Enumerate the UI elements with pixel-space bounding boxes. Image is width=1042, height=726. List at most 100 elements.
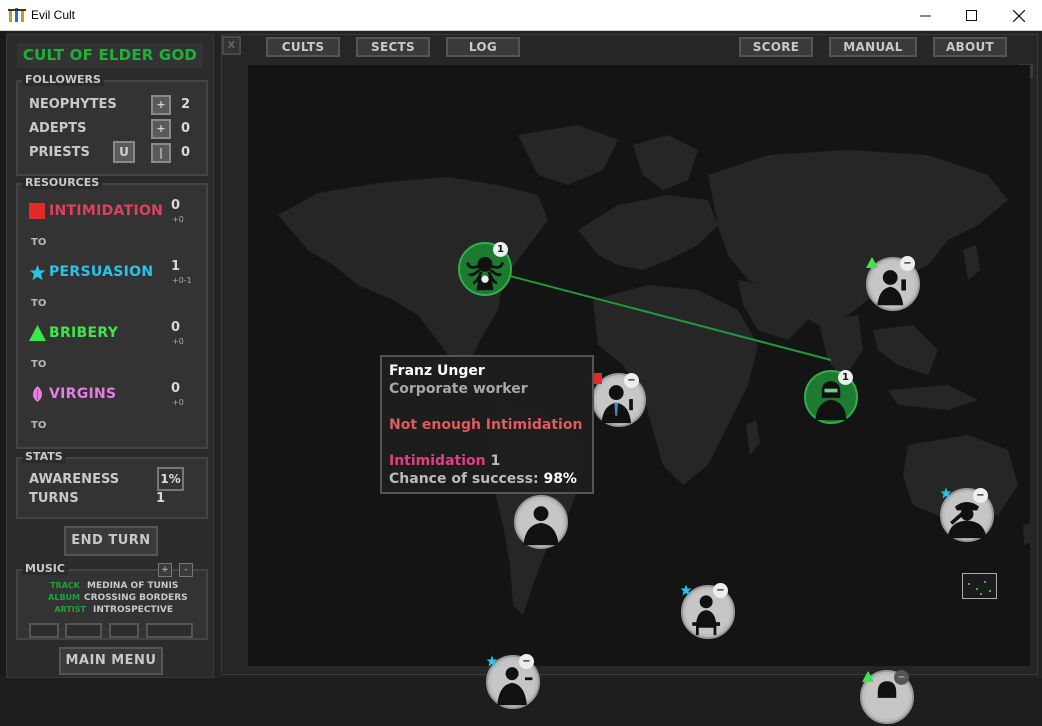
track-value: MEDINA OF TUNIS <box>87 581 179 591</box>
node-badge-right-mid: − <box>973 488 988 503</box>
window-title: Evil Cult <box>31 8 76 22</box>
node-badge-franz-unger: − <box>624 373 639 388</box>
intimidation-delta: +0 <box>172 215 184 224</box>
bribery-label: BRIBERY <box>49 325 119 341</box>
main-menu-button[interactable]: MAIN MENU <box>59 647 163 675</box>
node-badge-elder-god: 1 <box>493 242 508 257</box>
volume-down-button[interactable]: - <box>179 563 193 577</box>
music-title: MUSIC <box>22 562 68 575</box>
artist-label: ARTIST <box>54 605 86 614</box>
log-button[interactable]: LOG <box>446 37 520 57</box>
upgrade-adepts-button[interactable]: + <box>151 119 171 139</box>
persuasion-delta: +0-1 <box>172 276 192 285</box>
adepts-label: ADEPTS <box>29 121 87 136</box>
about-button[interactable]: ABOUT <box>933 37 1007 57</box>
bribery-to-label[interactable]: TO <box>31 359 46 370</box>
neophytes-label: NEOPHYTES <box>29 97 117 112</box>
persuasion-value: 1 <box>171 259 181 274</box>
virgins-delta: +0 <box>172 398 184 407</box>
tooltip-name: Franz Unger <box>389 363 485 379</box>
music-next-button[interactable] <box>109 623 139 638</box>
priests-label: PRIESTS <box>29 145 90 160</box>
node-badge-cult-follower: 1 <box>838 370 853 385</box>
close-icon <box>1013 9 1025 22</box>
close-window-button[interactable] <box>996 0 1042 31</box>
stats-panel: STATS AWARENESS 1% TURNS 1 <box>16 450 208 519</box>
tooltip-job: Corporate worker <box>389 381 528 397</box>
intimidation-label: INTIMIDATION <box>49 203 164 219</box>
cult-name[interactable]: CULT OF ELDER GOD <box>17 43 203 68</box>
node-badge-top-right: − <box>900 256 915 271</box>
stats-title: STATS <box>22 450 66 463</box>
awareness-value: 1% <box>157 467 184 491</box>
virgins-label: VIRGINS <box>49 386 117 402</box>
node-badge-south-africa: − <box>713 583 728 598</box>
cults-button[interactable]: CULTS <box>266 37 340 57</box>
adepts-count: 0 <box>181 121 191 136</box>
intimidation-to-label[interactable]: TO <box>31 237 46 248</box>
tooltip-spacer <box>389 398 585 416</box>
minimize-button[interactable] <box>902 0 948 31</box>
window-titlebar: Evil Cult <box>0 0 1042 31</box>
bribery-marker-icon <box>866 257 878 268</box>
game-area: CULT OF ELDER GOD FOLLOWERS NEOPHYTES + … <box>0 31 1042 724</box>
followers-panel: FOLLOWERS NEOPHYTES + 2 ADEPTS + 0 PRIES… <box>16 73 208 176</box>
tooltip-req-value: 1 <box>490 453 501 469</box>
world-map-background <box>248 65 1030 666</box>
tooltip-requirement: Intimidation 1 <box>389 452 585 470</box>
green-triangle-icon <box>29 325 46 341</box>
persuasion-marker-icon <box>940 487 952 499</box>
red-square-icon <box>29 203 45 219</box>
resources-panel: RESOURCES INTIMIDATION 0 +0 TO PERSUASIO… <box>16 176 208 449</box>
track-label: TRACK <box>50 581 80 590</box>
pink-lotus-icon <box>32 386 43 402</box>
persuasion-marker-icon <box>486 655 498 667</box>
sidebar: CULT OF ELDER GOD FOLLOWERS NEOPHYTES + … <box>6 34 214 678</box>
awareness-label: AWARENESS <box>29 472 120 487</box>
album-label: ALBUM <box>48 593 80 602</box>
music-prev-button[interactable] <box>29 623 59 638</box>
maximize-button[interactable] <box>948 0 994 31</box>
upgrade-priests-button[interactable]: | <box>151 143 171 163</box>
persuasion-to-label[interactable]: TO <box>31 298 46 309</box>
map-node-person-africa[interactable] <box>514 495 568 549</box>
end-turn-button[interactable]: END TURN <box>64 526 158 556</box>
virgins-to-label[interactable]: TO <box>31 420 46 431</box>
minimap-box[interactable] <box>962 573 997 599</box>
summon-button[interactable]: U <box>113 141 135 163</box>
tooltip-chance-label: Chance of success: <box>389 471 539 487</box>
close-panel-button[interactable]: X <box>222 36 241 55</box>
sects-button[interactable]: SECTS <box>356 37 430 57</box>
target-tooltip: Franz Unger Corporate worker Not enough … <box>380 355 594 494</box>
album-value: CROSSING BORDERS <box>84 593 188 603</box>
music-stop-button[interactable] <box>146 623 193 638</box>
tooltip-spacer <box>389 434 585 452</box>
person-silhouette-icon <box>518 499 564 546</box>
artist-value: INTROSPECTIVE <box>93 605 174 615</box>
neophytes-count: 2 <box>181 97 191 112</box>
world-map[interactable] <box>248 65 1030 666</box>
minimize-icon <box>919 15 931 17</box>
bribery-marker-icon <box>862 671 874 682</box>
persuasion-label: PERSUASION <box>49 264 154 280</box>
tooltip-req-label: Intimidation <box>389 453 486 469</box>
music-play-button[interactable] <box>65 623 102 638</box>
evil-cult-app-icon <box>8 8 26 22</box>
tooltip-warning: Not enough Intimidation <box>389 417 583 433</box>
intimidation-value: 0 <box>171 198 181 213</box>
node-badge-south-america: − <box>519 654 534 669</box>
manual-button[interactable]: MANUAL <box>829 37 917 57</box>
resources-title: RESOURCES <box>22 176 103 189</box>
priests-count: 0 <box>181 145 191 160</box>
upgrade-neophytes-button[interactable]: + <box>151 95 171 115</box>
bribery-value: 0 <box>171 320 181 335</box>
maximize-icon <box>965 10 977 21</box>
turns-label: TURNS <box>29 491 79 506</box>
followers-title: FOLLOWERS <box>22 73 104 86</box>
score-button[interactable]: SCORE <box>739 37 813 57</box>
tooltip-chance-value: 98% <box>543 471 577 487</box>
bribery-delta: +0 <box>172 337 184 346</box>
persuasion-marker-icon <box>680 584 692 596</box>
volume-up-button[interactable]: + <box>158 563 172 577</box>
cyan-star-icon <box>29 264 46 281</box>
